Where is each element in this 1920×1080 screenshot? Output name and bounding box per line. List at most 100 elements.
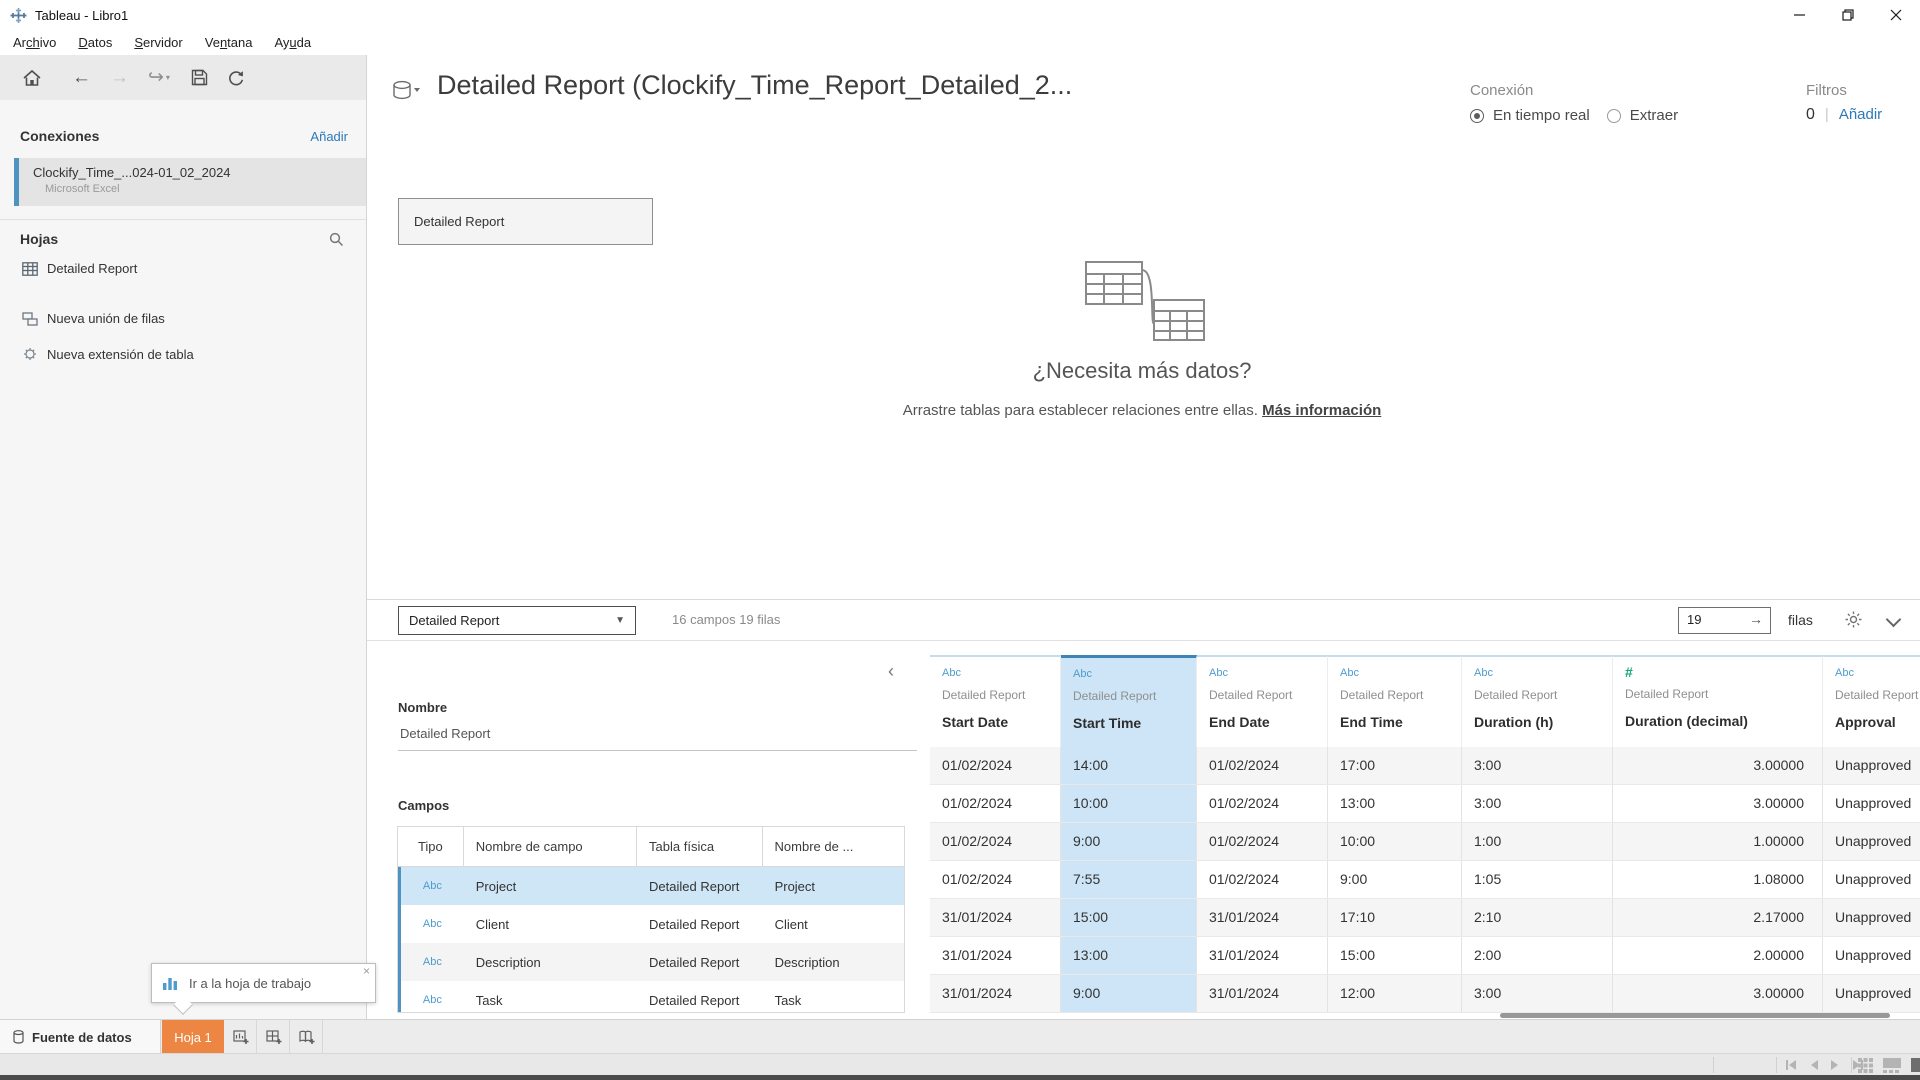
new-story-button[interactable] [291, 1020, 323, 1054]
grid-cell[interactable]: 3.00000 [1613, 785, 1823, 822]
string-type-icon[interactable]: Abc [1835, 667, 1920, 679]
column-header-start-time[interactable]: AbcDetailed ReportStart Time [1061, 655, 1197, 747]
undo-menu-caret-icon[interactable]: ▾ [166, 73, 170, 82]
fields-table-column-header[interactable]: Tabla física [637, 827, 763, 866]
menu-servidor[interactable]: Servidor [123, 32, 193, 53]
grid-cell[interactable]: 15:00 [1061, 899, 1197, 936]
name-field[interactable]: Detailed Report [398, 726, 917, 751]
grid-cell[interactable]: 2:10 [1462, 899, 1613, 936]
string-type-icon[interactable]: Abc [1209, 667, 1327, 679]
grid-cell[interactable]: 12:00 [1328, 975, 1462, 1012]
field-row-project[interactable]: AbcProjectDetailed ReportProject [398, 867, 904, 905]
grid-cell[interactable]: 31/01/2024 [1197, 975, 1328, 1012]
minimize-button[interactable] [1776, 0, 1824, 30]
grid-cell[interactable]: 01/02/2024 [930, 785, 1061, 822]
grid-cell[interactable]: 9:00 [1061, 975, 1197, 1012]
grid-cell[interactable]: 10:00 [1328, 823, 1462, 860]
gear-icon[interactable] [1844, 610, 1863, 629]
table-node-detailed-report[interactable]: Detailed Report [398, 198, 653, 245]
tooltip-close-icon[interactable]: × [363, 964, 370, 978]
horizontal-scrollbar[interactable] [1500, 1013, 1890, 1018]
table-dropdown[interactable]: Detailed Report ▼ [398, 606, 636, 635]
grid-cell[interactable]: 01/02/2024 [1197, 785, 1328, 822]
menu-archivo[interactable]: Archivo [2, 32, 67, 53]
grid-view-icon[interactable] [1858, 1058, 1873, 1073]
search-icon[interactable] [329, 232, 344, 247]
grid-cell[interactable]: 01/02/2024 [930, 861, 1061, 898]
grid-cell[interactable]: Unapproved [1823, 937, 1920, 974]
column-header-start-date[interactable]: AbcDetailed ReportStart Date [930, 655, 1061, 747]
add-connection-link[interactable]: Añadir [310, 129, 348, 144]
fields-table-column-header[interactable]: Nombre de campo [464, 827, 637, 866]
grid-cell[interactable]: 1:00 [1462, 823, 1613, 860]
string-type-icon[interactable]: Abc [1474, 667, 1612, 679]
string-type-icon[interactable]: Abc [1073, 668, 1196, 680]
new-union-item[interactable]: Nueva unión de filas [22, 311, 165, 326]
restore-button[interactable] [1824, 0, 1872, 30]
sheet-item-detailed-report[interactable]: Detailed Report [22, 261, 137, 276]
save-icon[interactable] [191, 69, 208, 86]
fields-table-column-header[interactable]: Nombre de ... [763, 827, 904, 866]
previous-page-icon[interactable] [1810, 1060, 1818, 1070]
tab-hoja-1[interactable]: Hoja 1 [162, 1020, 224, 1054]
new-dashboard-button[interactable] [258, 1020, 290, 1054]
new-worksheet-button[interactable] [225, 1020, 257, 1054]
full-view-icon[interactable] [1911, 1058, 1920, 1072]
grid-cell[interactable]: 2:00 [1462, 937, 1613, 974]
grid-cell[interactable]: Unapproved [1823, 861, 1920, 898]
grid-cell[interactable]: 17:10 [1328, 899, 1462, 936]
grid-cell[interactable]: Unapproved [1823, 899, 1920, 936]
grid-cell[interactable]: 01/02/2024 [1197, 823, 1328, 860]
home-icon[interactable] [22, 69, 42, 87]
grid-cell[interactable]: 1.08000 [1613, 861, 1823, 898]
string-type-icon[interactable]: Abc [1340, 667, 1461, 679]
first-page-icon[interactable] [1786, 1060, 1797, 1070]
grid-cell[interactable]: 01/02/2024 [930, 823, 1061, 860]
grid-cell[interactable]: 3.00000 [1613, 747, 1823, 784]
column-header-end-time[interactable]: AbcDetailed ReportEnd Time [1328, 655, 1462, 747]
tab-data-source[interactable]: Fuente de datos [0, 1020, 161, 1054]
grid-cell[interactable]: 31/01/2024 [930, 975, 1061, 1012]
grid-cell[interactable]: 3.00000 [1613, 975, 1823, 1012]
back-icon[interactable]: ← [72, 67, 91, 89]
grid-cell[interactable]: 31/01/2024 [930, 899, 1061, 936]
menu-ventana[interactable]: Ventana [194, 32, 264, 53]
grid-cell[interactable]: 15:00 [1328, 937, 1462, 974]
grid-cell[interactable]: 31/01/2024 [1197, 899, 1328, 936]
grid-cell[interactable]: 31/01/2024 [1197, 937, 1328, 974]
grid-cell[interactable]: Unapproved [1823, 823, 1920, 860]
live-radio[interactable] [1470, 109, 1484, 123]
next-page-icon[interactable] [1831, 1060, 1839, 1070]
more-info-link[interactable]: Más información [1262, 402, 1381, 419]
connection-item[interactable]: Clockify_Time_...024-01_02_2024 Microsof… [14, 158, 366, 206]
field-row-client[interactable]: AbcClientDetailed ReportClient [398, 905, 904, 943]
forward-icon[interactable]: → [110, 67, 129, 89]
grid-cell[interactable]: 13:00 [1061, 937, 1197, 974]
grid-cell[interactable]: 31/01/2024 [930, 937, 1061, 974]
rows-count-input-box[interactable]: → [1678, 607, 1771, 634]
grid-cell[interactable]: 2.17000 [1613, 899, 1823, 936]
grid-cell[interactable]: 3:00 [1462, 975, 1613, 1012]
filmstrip-view-icon[interactable] [1883, 1058, 1901, 1073]
grid-cell[interactable]: Unapproved [1823, 785, 1920, 822]
column-header-approval[interactable]: AbcDetailed ReportApproval [1823, 655, 1920, 747]
undo-icon[interactable]: ↪ [148, 66, 164, 89]
column-header-duration-decimal-[interactable]: #Detailed ReportDuration (decimal) [1613, 655, 1823, 747]
refresh-icon[interactable] [227, 69, 245, 87]
grid-cell[interactable]: 1:05 [1462, 861, 1613, 898]
live-radio-label[interactable]: En tiempo real [1493, 107, 1590, 124]
column-header-end-date[interactable]: AbcDetailed ReportEnd Date [1197, 655, 1328, 747]
grid-cell[interactable]: 01/02/2024 [1197, 747, 1328, 784]
grid-cell[interactable]: 3:00 [1462, 785, 1613, 822]
grid-cell[interactable]: 7:55 [1061, 861, 1197, 898]
string-type-icon[interactable]: Abc [942, 667, 1060, 679]
collapse-panel-icon[interactable]: ‹ [888, 661, 894, 682]
grid-cell[interactable]: 01/02/2024 [1197, 861, 1328, 898]
rows-count-input[interactable] [1685, 611, 1747, 628]
grid-cell[interactable]: 01/02/2024 [930, 747, 1061, 784]
grid-cell[interactable]: 10:00 [1061, 785, 1197, 822]
rows-submit-arrow-icon[interactable]: → [1749, 611, 1763, 627]
grid-cell[interactable]: 1.00000 [1613, 823, 1823, 860]
grid-cell[interactable]: 13:00 [1328, 785, 1462, 822]
grid-cell[interactable]: 9:00 [1061, 823, 1197, 860]
